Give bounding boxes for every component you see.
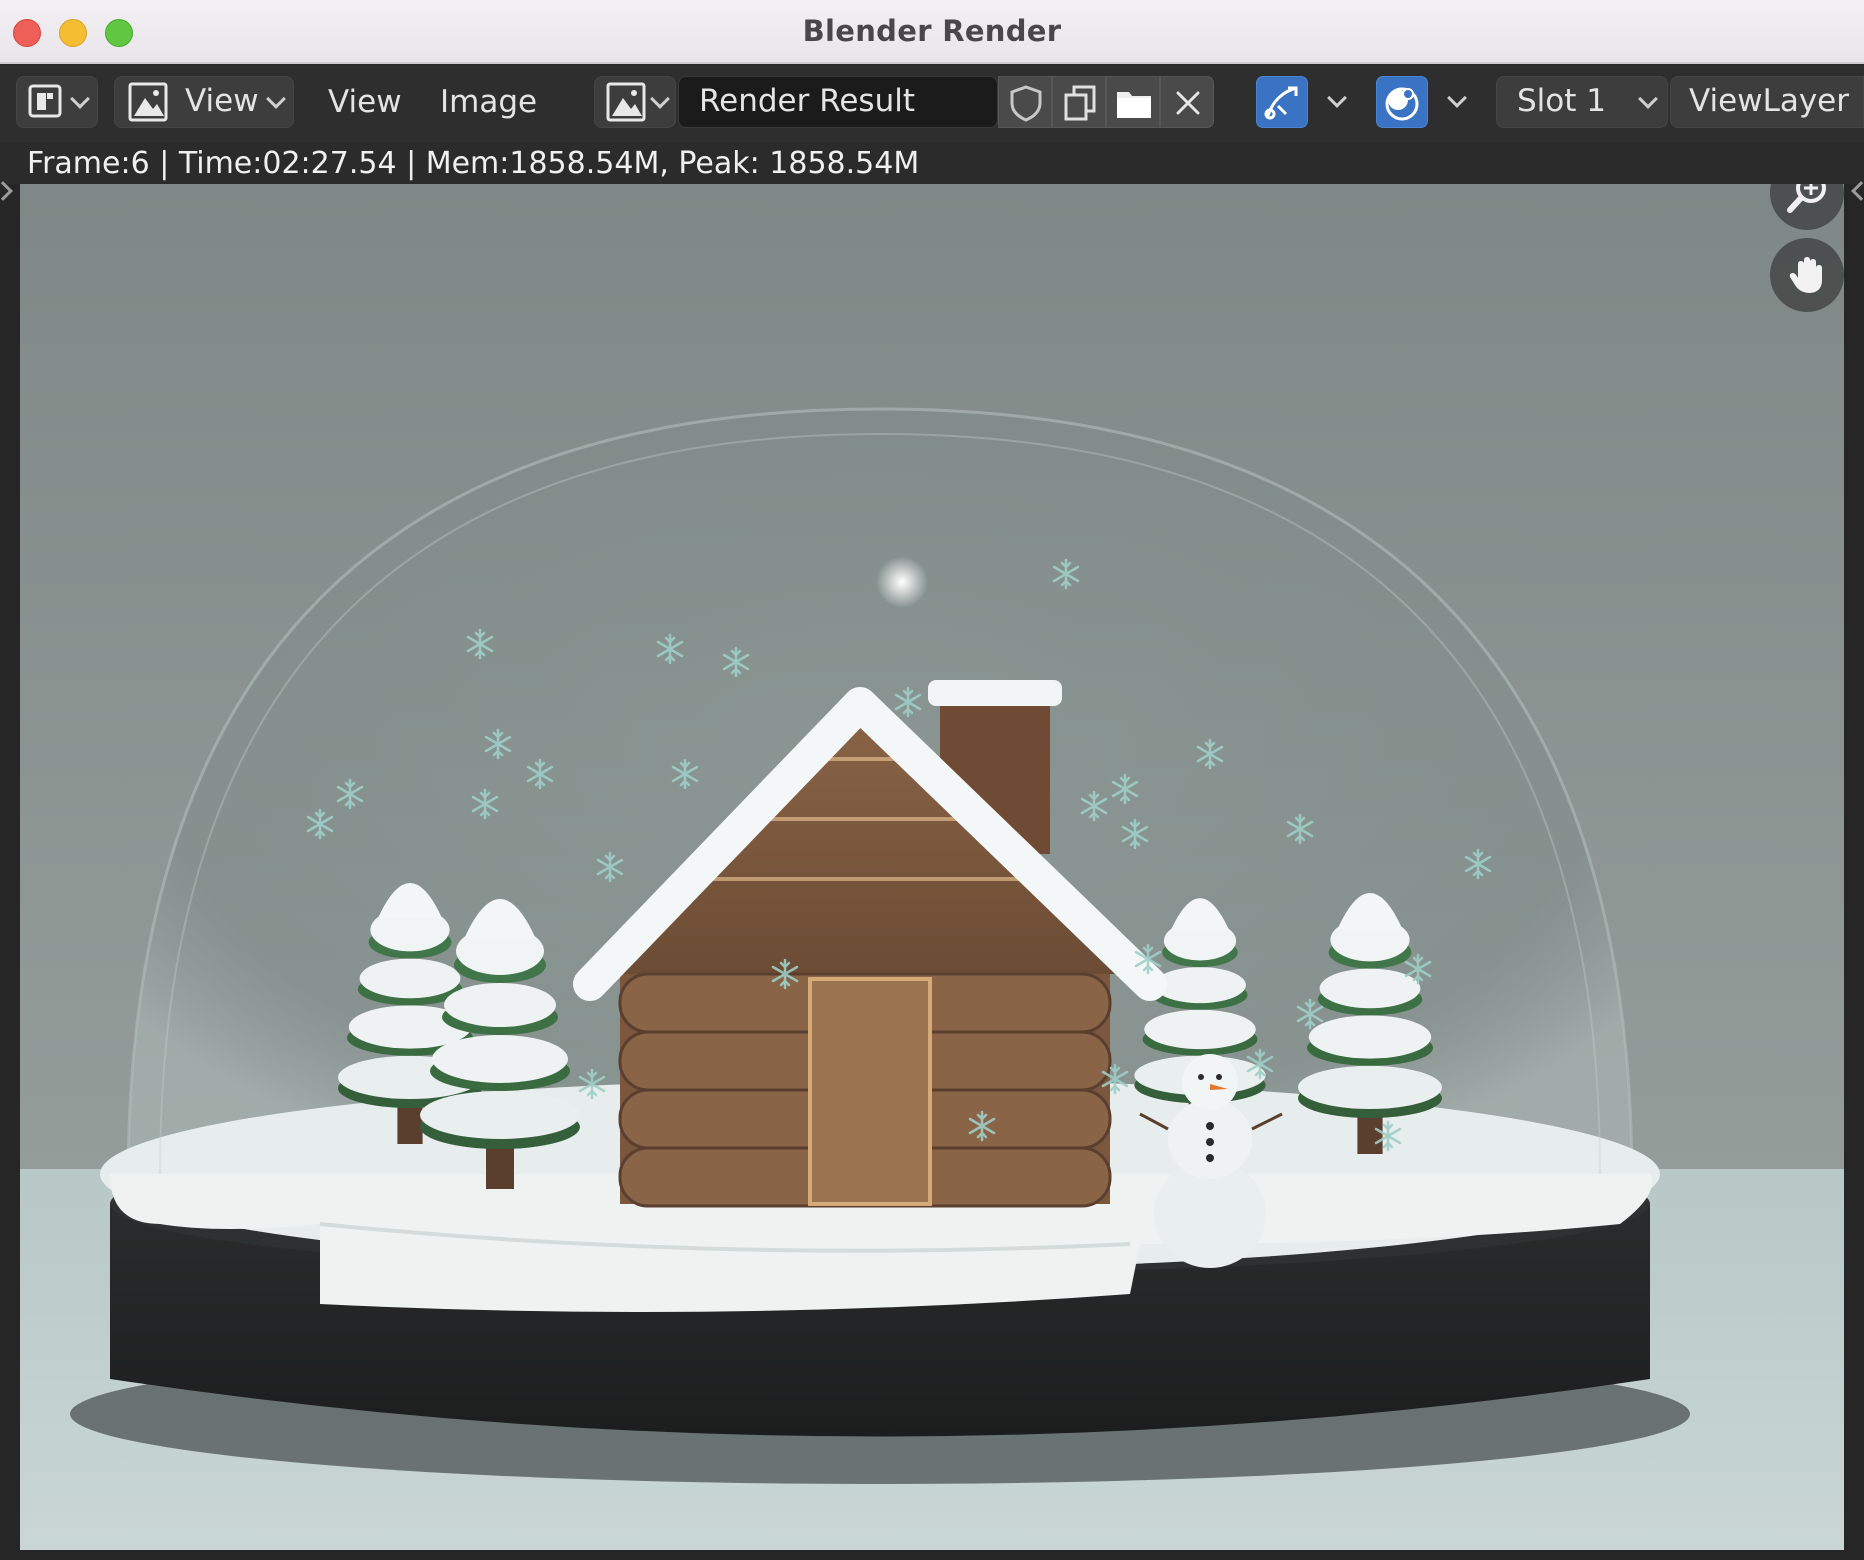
close-icon	[1176, 91, 1200, 115]
menu-image-label: Image	[440, 84, 538, 120]
view-layer-dropdown[interactable]: ViewLayer	[1670, 76, 1864, 128]
overlay-dropdown[interactable]	[1440, 76, 1480, 128]
bottom-edge	[0, 1550, 1864, 1560]
fake-user-shield-icon	[1010, 85, 1042, 122]
image-browse-icon	[606, 82, 646, 122]
gizmo-toggle[interactable]	[1256, 76, 1308, 128]
render-stats-text: Frame:6 | Time:02:27.54 | Mem:1858.54M, …	[27, 146, 920, 181]
open-folder-icon	[1117, 92, 1151, 118]
view-layer-label: ViewLayer	[1689, 83, 1849, 119]
open-image-button[interactable]	[1106, 76, 1160, 128]
chevron-down-icon	[1638, 89, 1658, 109]
image-editor-icon	[28, 84, 62, 118]
image-view-icon	[128, 82, 168, 122]
window-title: Blender Render	[802, 14, 1062, 48]
menu-view[interactable]: View	[328, 76, 402, 128]
duplicate-image-button[interactable]	[1052, 76, 1106, 128]
right-region-edge[interactable]	[1844, 181, 1864, 1560]
left-region-edge[interactable]	[0, 181, 20, 1560]
editor-type-dropdown[interactable]	[16, 76, 98, 128]
image-browse-dropdown[interactable]	[594, 76, 676, 128]
chevron-down-icon	[266, 89, 286, 109]
fake-user-button[interactable]	[998, 76, 1052, 128]
overlay-icon	[1385, 87, 1419, 121]
gizmo-dropdown[interactable]	[1320, 76, 1360, 128]
pan-hand-icon	[1789, 257, 1822, 293]
chevron-down-icon	[650, 89, 670, 109]
overlay-toggle[interactable]	[1376, 76, 1428, 128]
menu-image[interactable]: Image	[440, 76, 537, 128]
unlink-image-button[interactable]	[1160, 76, 1214, 128]
render-result-image[interactable]	[20, 184, 1844, 1550]
snow-globe-render	[20, 184, 1844, 1550]
image-editor-header: View View Image Render Result Slot 1 Vie…	[0, 66, 1864, 142]
window-titlebar: Blender Render	[0, 0, 1864, 64]
gizmo-icon	[1264, 86, 1298, 120]
render-slot-label: Slot 1	[1517, 83, 1606, 119]
pan-button[interactable]	[1770, 238, 1844, 312]
chevron-down-icon	[1327, 88, 1347, 108]
render-slot-dropdown[interactable]: Slot 1	[1496, 76, 1668, 128]
duplicate-icon	[1064, 85, 1096, 121]
image-name-field[interactable]: Render Result	[678, 76, 998, 128]
menu-view-label: View	[328, 84, 402, 120]
view-mode-dropdown[interactable]: View	[114, 76, 294, 128]
chevron-down-icon	[1447, 88, 1467, 108]
image-name-value: Render Result	[699, 83, 916, 119]
render-info-bar: Frame:6 | Time:02:27.54 | Mem:1858.54M, …	[0, 142, 1864, 184]
zoom-in-icon	[1787, 184, 1826, 213]
chevron-left-icon	[1851, 181, 1864, 201]
chevron-down-icon	[70, 89, 90, 109]
chevron-right-icon	[0, 181, 13, 201]
view-mode-label: View	[185, 83, 259, 119]
